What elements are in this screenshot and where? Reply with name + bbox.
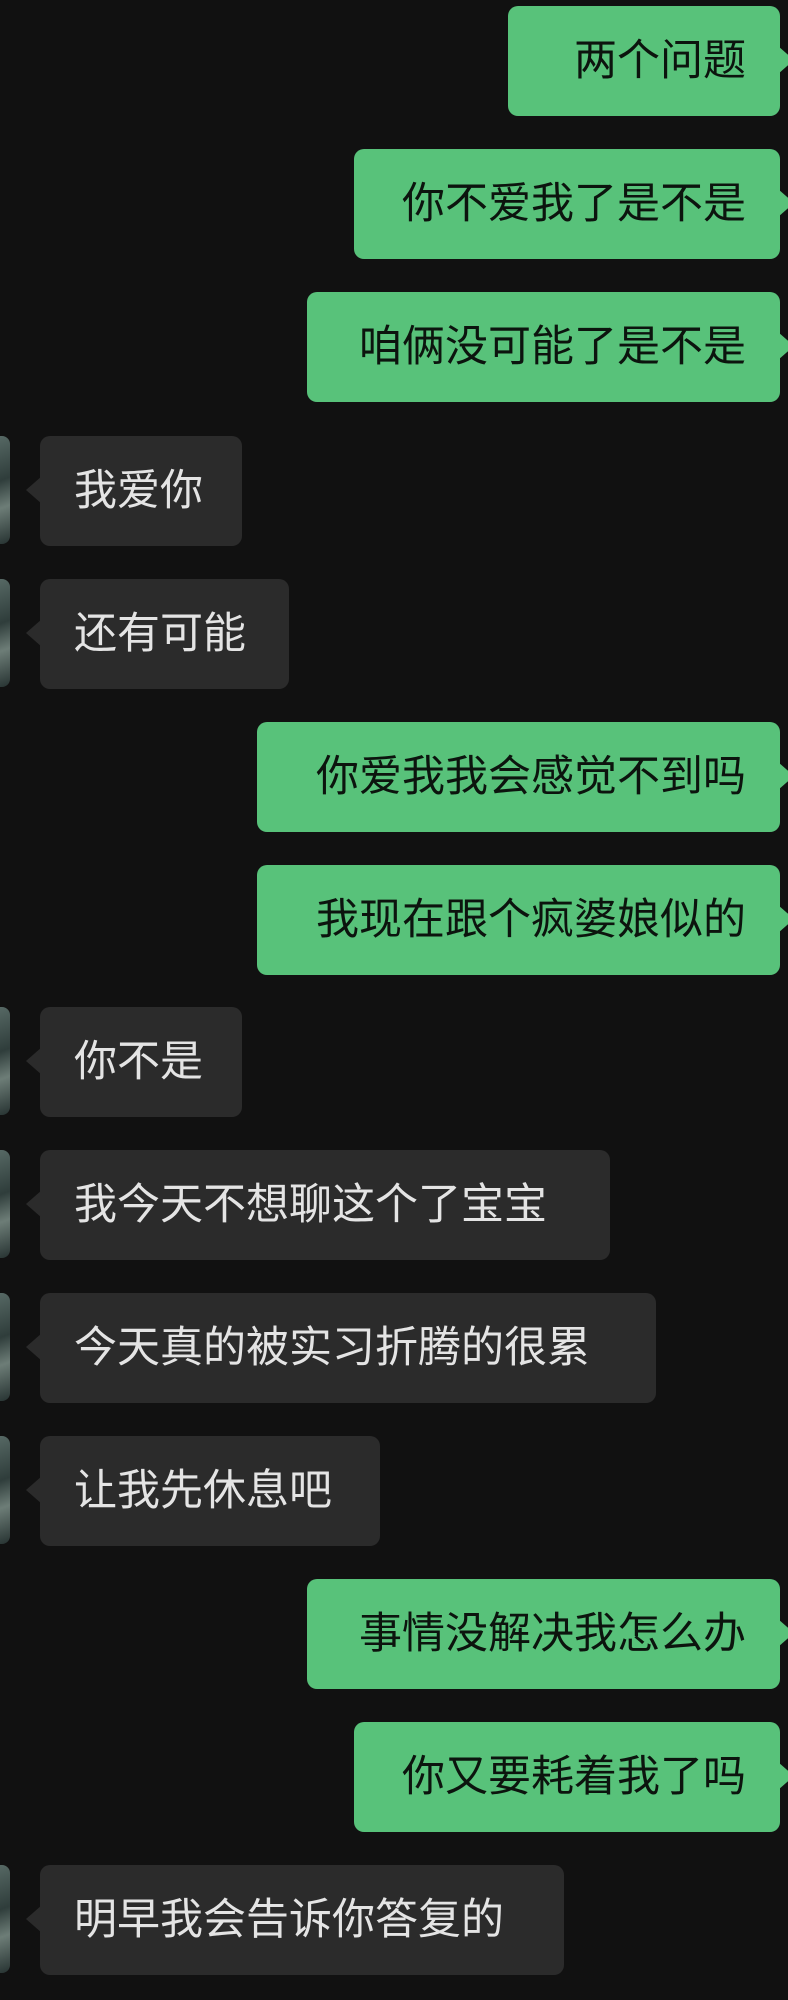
contact-avatar[interactable] [0,1007,10,1115]
message-bubble[interactable]: 你又要耗着我了吗 [354,1722,788,1832]
contact-avatar[interactable] [0,1293,10,1401]
message-text: 你不爱我了是不是 [402,179,746,229]
message-bubble[interactable]: 你不爱我了是不是 [354,149,788,259]
chat-message-list[interactable]: 两个问题 你不爱我了是不是 咱俩没可能了是不是 我爱你 还有可能 你爱我我会感觉… [0,0,788,2000]
message-bubble[interactable]: 还有可能 [26,579,289,689]
contact-avatar[interactable] [0,436,10,544]
contact-avatar[interactable] [0,579,10,687]
message-text: 咱俩没可能了是不是 [359,322,746,372]
message-bubble[interactable]: 两个问题 [508,6,788,116]
message-outgoing: 你爱我我会感觉不到吗 [0,722,788,832]
message-incoming: 还有可能 [0,579,788,689]
message-bubble[interactable]: 你爱我我会感觉不到吗 [257,722,788,832]
message-text: 让我先休息吧 [74,1466,332,1516]
message-text: 今天真的被实习折腾的很累 [74,1323,590,1373]
message-bubble[interactable]: 我今天不想聊这个了宝宝 [26,1150,610,1260]
message-text: 两个问题 [574,36,746,86]
message-bubble[interactable]: 今天真的被实习折腾的很累 [26,1293,656,1403]
message-outgoing: 两个问题 [0,6,788,116]
message-bubble[interactable]: 让我先休息吧 [26,1436,380,1546]
message-incoming: 我今天不想聊这个了宝宝 [0,1150,788,1260]
message-outgoing: 你又要耗着我了吗 [0,1722,788,1832]
message-text: 明早我会告诉你答复的 [74,1895,504,1945]
message-bubble[interactable]: 我爱你 [26,436,242,546]
contact-avatar[interactable] [0,1436,10,1544]
message-outgoing: 咱俩没可能了是不是 [0,292,788,402]
message-incoming: 让我先休息吧 [0,1436,788,1546]
message-incoming: 我爱你 [0,436,788,546]
message-outgoing: 事情没解决我怎么办 [0,1579,788,1689]
message-text: 你不是 [74,1037,203,1087]
message-bubble[interactable]: 咱俩没可能了是不是 [307,292,788,402]
message-text: 你爱我我会感觉不到吗 [316,752,746,802]
message-bubble[interactable]: 你不是 [26,1007,242,1117]
message-bubble[interactable]: 我现在跟个疯婆娘似的 [257,865,788,975]
message-incoming: 你不是 [0,1007,788,1117]
message-text: 你又要耗着我了吗 [402,1752,746,1802]
message-bubble[interactable]: 事情没解决我怎么办 [307,1579,788,1689]
message-outgoing: 我现在跟个疯婆娘似的 [0,865,788,975]
contact-avatar[interactable] [0,1150,10,1258]
message-text: 我现在跟个疯婆娘似的 [316,895,746,945]
message-outgoing: 你不爱我了是不是 [0,149,788,259]
message-incoming: 明早我会告诉你答复的 [0,1865,788,1975]
message-text: 还有可能 [74,609,246,659]
message-text: 我爱你 [74,466,203,516]
message-text: 我今天不想聊这个了宝宝 [74,1180,547,1230]
message-text: 事情没解决我怎么办 [359,1609,746,1659]
message-incoming: 今天真的被实习折腾的很累 [0,1293,788,1403]
message-bubble[interactable]: 明早我会告诉你答复的 [26,1865,564,1975]
contact-avatar[interactable] [0,1865,10,1973]
